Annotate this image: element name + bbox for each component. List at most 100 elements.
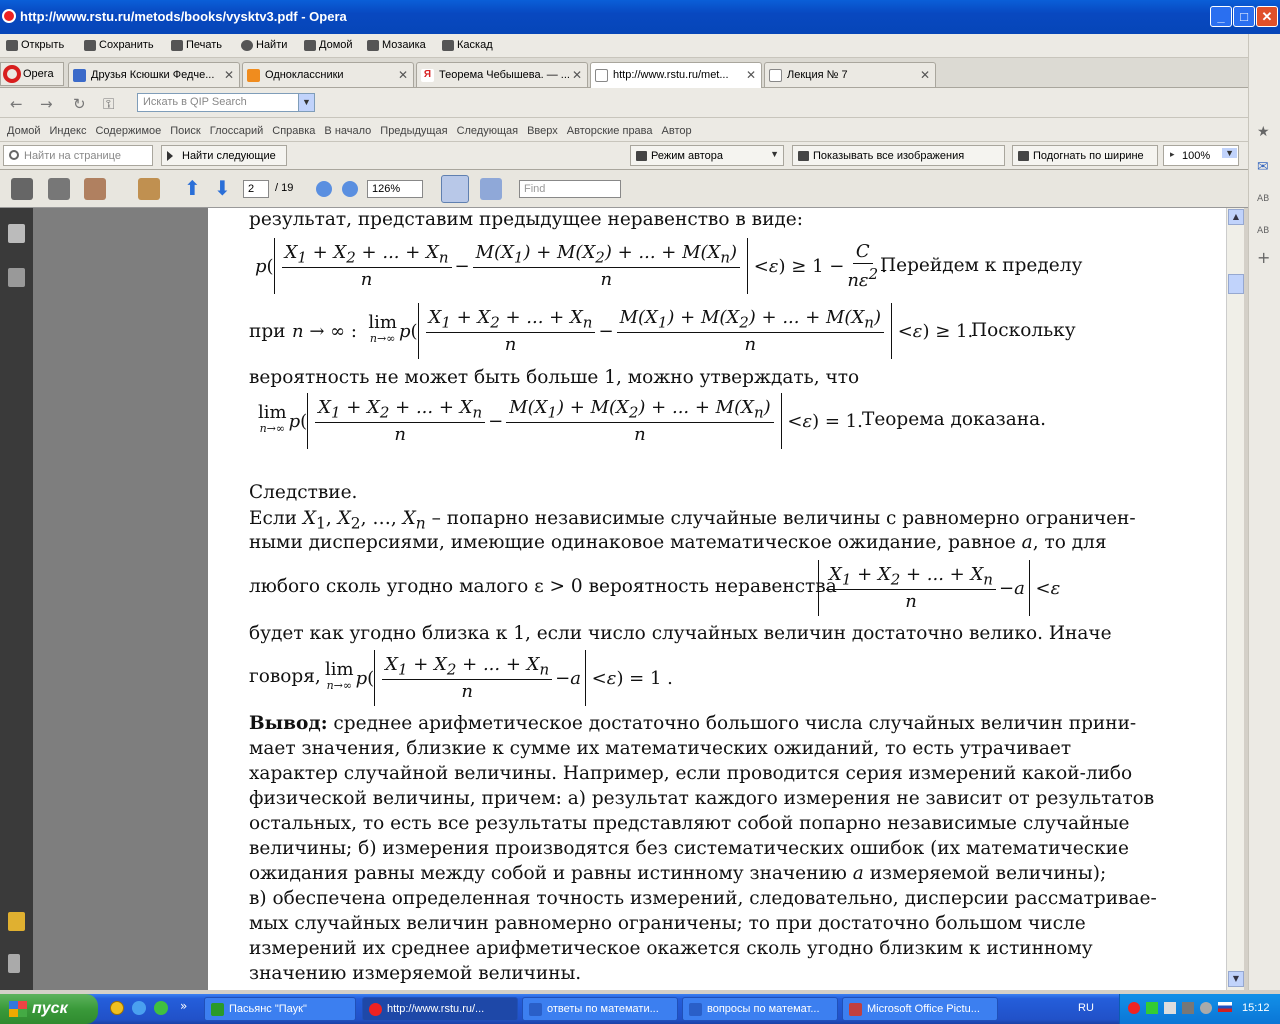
close-tab-icon[interactable]: ✕ bbox=[398, 68, 408, 82]
conclusion-line-7: ожидания равны между собой и равны истин… bbox=[249, 863, 1107, 884]
close-tab-icon[interactable]: ✕ bbox=[920, 68, 930, 82]
reload-icon[interactable]: ↻ bbox=[73, 95, 86, 113]
task-opera[interactable]: http://www.rstu.ru/... bbox=[362, 997, 518, 1021]
chevron-down-icon[interactable]: ▼ bbox=[298, 94, 314, 111]
link-author[interactable]: Автор bbox=[662, 125, 692, 141]
link-help[interactable]: Справка bbox=[272, 125, 315, 141]
opera-tray-icon[interactable] bbox=[1128, 1002, 1140, 1014]
open-button[interactable]: Открыть bbox=[6, 39, 64, 51]
close-tab-icon[interactable]: ✕ bbox=[224, 68, 234, 82]
fit-width-button[interactable]: Подогнать по ширине bbox=[1012, 145, 1158, 166]
folder-icon bbox=[6, 39, 18, 51]
page-number-input[interactable]: 2 bbox=[243, 180, 269, 198]
comments-icon[interactable] bbox=[8, 912, 25, 931]
find-in-page-input[interactable]: Найти на странице bbox=[3, 145, 153, 166]
icq-tray-icon[interactable] bbox=[1146, 1002, 1158, 1014]
scroll-down-icon[interactable]: ▼ bbox=[1228, 971, 1244, 987]
binoculars-icon[interactable] bbox=[8, 268, 25, 287]
comment-icon[interactable] bbox=[138, 178, 160, 200]
minimize-button[interactable]: _ bbox=[1210, 6, 1232, 27]
share-icon[interactable] bbox=[84, 178, 106, 200]
author-mode-select[interactable]: Режим автора ▼ bbox=[630, 145, 784, 166]
notes-icon[interactable]: AB bbox=[1257, 226, 1269, 236]
close-tab-icon[interactable]: ✕ bbox=[746, 68, 756, 82]
attachment-icon[interactable] bbox=[8, 954, 20, 973]
tab-2[interactable]: Одноклассники ✕ bbox=[242, 62, 414, 87]
previous-page-icon[interactable]: ⬆ bbox=[184, 178, 206, 200]
back-icon[interactable]: ← bbox=[10, 95, 23, 113]
link-start[interactable]: В начало bbox=[324, 125, 371, 141]
print-icon[interactable] bbox=[11, 178, 33, 200]
save-icon[interactable] bbox=[48, 178, 70, 200]
save-button[interactable]: Сохранить bbox=[84, 39, 154, 51]
close-tab-icon[interactable]: ✕ bbox=[572, 68, 582, 82]
ru-flag-icon[interactable] bbox=[1218, 1002, 1232, 1012]
quicklaunch-ie-icon[interactable] bbox=[132, 1001, 146, 1015]
link-contents[interactable]: Содержимое bbox=[95, 125, 161, 141]
taskbar: пуск » Пасьянс "Паук" http://www.rstu.ru… bbox=[0, 994, 1280, 1024]
chevron-down-icon[interactable]: ▼ bbox=[1222, 148, 1237, 158]
link-next[interactable]: Следующая bbox=[457, 125, 519, 141]
cascade-button[interactable]: Каскад bbox=[442, 39, 493, 51]
link-up[interactable]: Вверх bbox=[527, 125, 558, 141]
task-word-answers[interactable]: ответы по математи... bbox=[522, 997, 678, 1021]
quicklaunch-icq-icon[interactable] bbox=[154, 1001, 168, 1015]
clock[interactable]: 15:12 bbox=[1242, 1002, 1270, 1014]
quicklaunch-a-icon[interactable] bbox=[110, 1001, 124, 1015]
start-button[interactable]: пуск bbox=[0, 994, 98, 1024]
language-indicator[interactable]: RU bbox=[1078, 1002, 1094, 1014]
find-next-button[interactable]: Найти следующие bbox=[161, 145, 287, 166]
mail-icon[interactable]: ✉ bbox=[1257, 159, 1269, 175]
link-home[interactable]: Домой bbox=[7, 125, 41, 141]
feeds-icon[interactable]: AB bbox=[1257, 194, 1269, 204]
task-spider-solitaire[interactable]: Пасьянс "Паук" bbox=[204, 997, 356, 1021]
maximize-button[interactable]: □ bbox=[1233, 6, 1255, 27]
conclusion-line-5: остальных, то есть все результаты предст… bbox=[249, 813, 1130, 834]
next-page-icon[interactable]: ⬇ bbox=[214, 178, 236, 200]
home-button[interactable]: Домой bbox=[304, 39, 353, 51]
opera-menu-button[interactable]: Opera bbox=[0, 62, 64, 86]
tab-1[interactable]: Друзья Ксюшки Федче... ✕ bbox=[68, 62, 240, 87]
fit-page-icon[interactable] bbox=[441, 175, 469, 203]
bookmark-star-icon[interactable]: ★ bbox=[1257, 124, 1270, 140]
link-copyright[interactable]: Авторские права bbox=[567, 125, 653, 141]
tab-3[interactable]: Я Теорема Чебышева. — ... ✕ bbox=[416, 62, 588, 87]
conclusion-line-4: физической величины, причем: а) результа… bbox=[249, 788, 1155, 809]
quicklaunch-more-icon[interactable]: » bbox=[180, 999, 187, 1013]
conclusion-line-2: мает значения, близкие к сумме их матема… bbox=[249, 738, 1072, 759]
task-office-picture[interactable]: Microsoft Office Pictu... bbox=[842, 997, 998, 1021]
zoom-select[interactable]: ▸ 100% ▼ bbox=[1163, 145, 1239, 166]
find-button[interactable]: Найти bbox=[241, 39, 287, 51]
pdf-find-input[interactable]: Find bbox=[519, 180, 621, 198]
clock-tray-icon[interactable] bbox=[1200, 1002, 1212, 1014]
scroll-up-icon[interactable]: ▲ bbox=[1228, 209, 1244, 225]
network-tray-icon[interactable] bbox=[1164, 1002, 1176, 1014]
doc-line-8: ными дисперсиями, имеющие одинаковое мат… bbox=[249, 532, 1107, 553]
volume-tray-icon[interactable] bbox=[1182, 1002, 1194, 1014]
scroll-thumb[interactable] bbox=[1228, 274, 1244, 294]
doc-line-5: Теорема доказана. bbox=[862, 409, 1046, 430]
pdf-zoom-input[interactable]: 126% bbox=[367, 180, 423, 198]
tile-button[interactable]: Мозаика bbox=[367, 39, 426, 51]
tab-5[interactable]: Лекция № 7 ✕ bbox=[764, 62, 936, 87]
print-button[interactable]: Печать bbox=[171, 39, 222, 51]
task-word-questions[interactable]: вопросы по математ... bbox=[682, 997, 838, 1021]
doc-line-9: любого сколь угодно малого ε > 0 вероятн… bbox=[249, 576, 837, 597]
tab-4-active[interactable]: http://www.rstu.ru/met... ✕ bbox=[590, 62, 762, 89]
pdf-toolbar: ⬆ ⬇ 2 / 19 126% Find bbox=[0, 170, 1248, 208]
zoom-out-icon[interactable] bbox=[316, 181, 332, 197]
link-previous[interactable]: Предыдущая bbox=[380, 125, 447, 141]
show-images-button[interactable]: Показывать все изображения bbox=[792, 145, 1005, 166]
link-index[interactable]: Индекс bbox=[50, 125, 87, 141]
close-button[interactable]: ✕ bbox=[1256, 6, 1278, 27]
zoom-in-icon[interactable] bbox=[342, 181, 358, 197]
vertical-scrollbar[interactable]: ▲ ▼ bbox=[1226, 208, 1244, 990]
fit-width-icon[interactable] bbox=[480, 178, 502, 200]
key-icon[interactable]: ⚿ bbox=[103, 95, 114, 113]
pages-icon[interactable] bbox=[8, 224, 25, 243]
qip-search-input[interactable]: Искать в QIP Search ▼ bbox=[137, 93, 315, 112]
add-panel-icon[interactable]: + bbox=[1257, 248, 1270, 267]
forward-icon[interactable]: → bbox=[40, 95, 53, 113]
link-glossary[interactable]: Глоссарий bbox=[210, 125, 264, 141]
link-search[interactable]: Поиск bbox=[170, 125, 200, 141]
